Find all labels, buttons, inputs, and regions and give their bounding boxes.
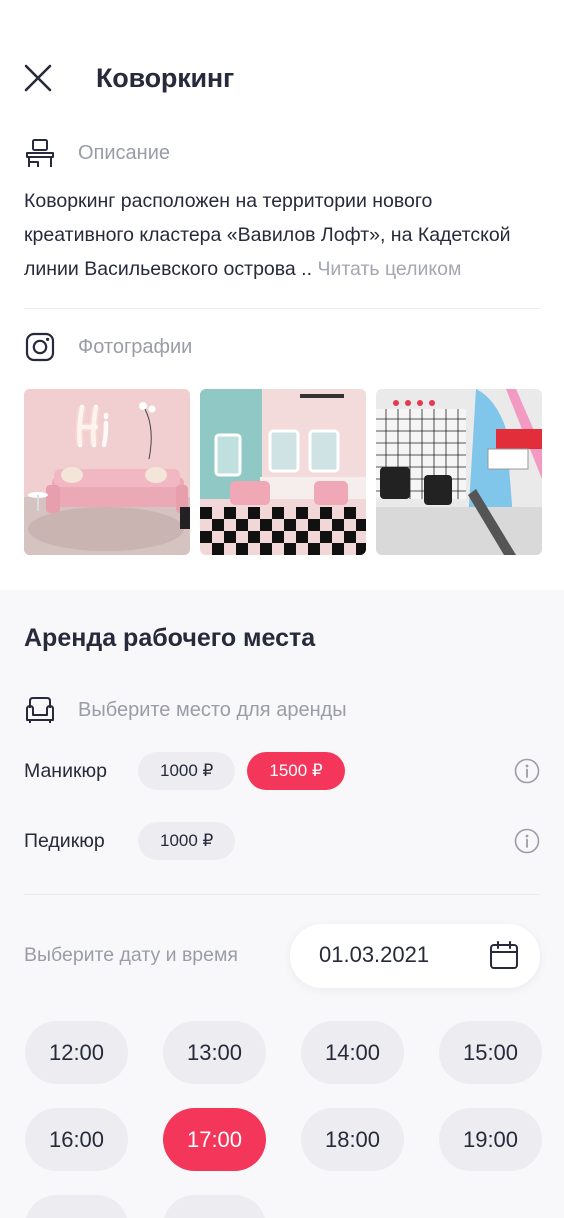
divider xyxy=(24,308,540,309)
date-row: Выберите дату и время 01.03.2021 xyxy=(24,924,540,988)
description-label: Описание xyxy=(78,141,171,164)
header: Коворкинг xyxy=(24,56,540,100)
info-icon[interactable] xyxy=(514,758,540,784)
price-chip[interactable]: 1000 ₽ xyxy=(138,822,236,860)
calendar-icon xyxy=(490,941,518,969)
photo-salon-mirrors[interactable] xyxy=(200,389,366,555)
photo-salon-loft[interactable] xyxy=(376,389,542,555)
price-chip[interactable]: 1000 ₽ xyxy=(138,752,236,790)
photo-lounge[interactable] xyxy=(24,389,190,555)
date-picker[interactable]: 01.03.2021 xyxy=(290,924,540,988)
time-slot[interactable]: 21:00 xyxy=(163,1195,266,1218)
description-text: Коворкинг расположен на территории новог… xyxy=(24,184,542,286)
info-icon[interactable] xyxy=(514,828,540,854)
choose-place-heading: Выберите место для аренды xyxy=(24,694,347,726)
close-button[interactable] xyxy=(24,64,52,92)
time-slot[interactable]: 12:00 xyxy=(25,1021,128,1084)
time-slot[interactable]: 19:00 xyxy=(439,1108,542,1171)
time-slot[interactable]: 16:00 xyxy=(25,1108,128,1171)
photos-heading: Фотографии xyxy=(24,331,192,363)
service-row-pedicure: Педикюр 1000 ₽ xyxy=(24,822,540,860)
divider xyxy=(24,894,540,895)
time-slot[interactable]: 18:00 xyxy=(301,1108,404,1171)
choose-place-label: Выберите место для аренды xyxy=(78,698,347,721)
description-heading: Описание xyxy=(24,137,170,169)
desk-icon xyxy=(26,139,54,167)
time-slot[interactable]: 14:00 xyxy=(301,1021,404,1084)
service-name: Педикюр xyxy=(24,829,105,852)
service-name: Маникюр xyxy=(24,759,107,782)
price-chip-selected[interactable]: 1500 ₽ xyxy=(247,752,345,790)
photos-label: Фотографии xyxy=(78,335,193,358)
close-icon xyxy=(24,64,52,92)
time-slot[interactable]: 15:00 xyxy=(439,1021,542,1084)
read-more-link[interactable]: Читать целиком xyxy=(317,258,461,280)
photo-gallery xyxy=(24,389,542,555)
time-slots: 12:00 13:00 14:00 15:00 16:00 17:00 18:0… xyxy=(25,1021,545,1218)
time-slot[interactable]: 13:00 xyxy=(163,1021,266,1084)
page-title: Коворкинг xyxy=(96,62,235,93)
time-slot-selected[interactable]: 17:00 xyxy=(163,1108,266,1171)
rent-title: Аренда рабочего места xyxy=(24,624,316,652)
service-row-manicure: Маникюр 1000 ₽ 1500 ₽ xyxy=(24,752,540,790)
date-value: 01.03.2021 xyxy=(319,942,430,967)
instagram-icon xyxy=(25,332,55,362)
armchair-icon xyxy=(26,697,54,723)
time-slot[interactable]: 20:00 xyxy=(25,1195,128,1218)
date-label: Выберите дату и время xyxy=(24,944,238,966)
